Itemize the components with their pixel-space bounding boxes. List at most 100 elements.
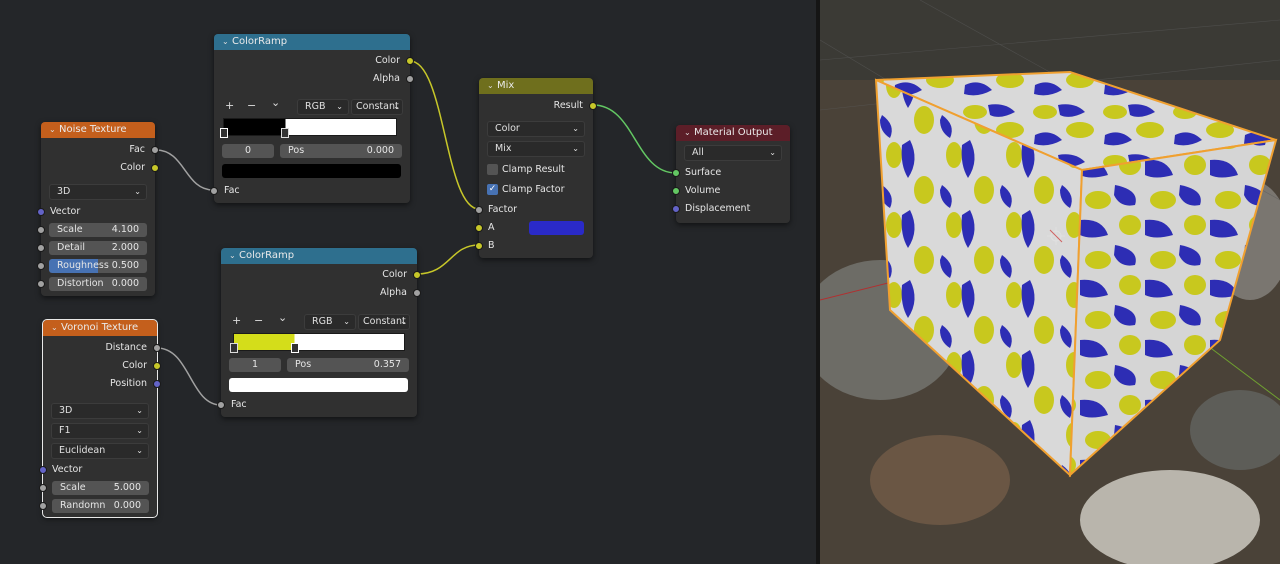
add-stop-icon[interactable]: + [225, 99, 234, 112]
input-vector-label: Vector [52, 464, 83, 475]
output-color-socket[interactable] [153, 362, 161, 370]
roughness-slider[interactable]: Roughness 0.500 [49, 259, 147, 273]
input-scale-socket[interactable] [37, 226, 45, 234]
clamp-factor-checkbox[interactable]: ✓ Clamp Factor [487, 183, 564, 196]
collapse-chevron-icon[interactable]: ⌄ [229, 248, 239, 264]
output-alpha-socket[interactable] [413, 289, 421, 297]
output-position-label: Position [110, 378, 147, 389]
material-output-node[interactable]: ⌄ Material Output All ⌄ Surface Volume Dis… [672, 125, 790, 223]
collapse-chevron-icon[interactable]: ⌄ [684, 125, 694, 141]
colorramp-header[interactable]: ⌄ ColorRamp [221, 248, 417, 264]
active-stop-index[interactable]: 0 [222, 144, 274, 158]
rock [870, 435, 1010, 525]
dimensions-dropdown[interactable]: 3D ⌄ [51, 403, 149, 419]
output-color-socket[interactable] [406, 57, 414, 65]
stop-position-field[interactable]: Pos 0.357 [287, 358, 409, 372]
colorramp-header[interactable]: ⌄ ColorRamp [214, 34, 410, 50]
target-dropdown[interactable]: All ⌄ [684, 145, 782, 161]
input-surface-socket[interactable] [672, 169, 680, 177]
chevron-down-icon: ⌄ [400, 317, 407, 326]
link-noise-fac-to-ramp1 [155, 149, 214, 191]
active-stop-index[interactable]: 1 [229, 358, 281, 372]
add-stop-icon[interactable]: + [232, 314, 241, 327]
feature-dropdown[interactable]: F1 ⌄ [51, 423, 149, 439]
input-fac-label: Fac [224, 185, 240, 196]
input-detail-socket[interactable] [37, 244, 45, 252]
voronoi-texture-node[interactable]: ⌄ Voronoi Texture Distance Color Position… [39, 319, 161, 518]
noise-texture-header[interactable]: ⌄ Noise Texture [41, 122, 155, 138]
chevron-down-icon: ⌄ [769, 148, 776, 157]
data-type-dropdown[interactable]: Color ⌄ [487, 121, 585, 137]
distance-metric-dropdown[interactable]: Euclidean ⌄ [51, 443, 149, 459]
interpolation-dropdown[interactable]: Constant ⌄ [351, 99, 403, 115]
output-distance-socket[interactable] [153, 344, 161, 352]
ramp-stop-0[interactable] [230, 343, 238, 353]
collapse-chevron-icon[interactable]: ⌄ [51, 320, 61, 336]
output-result-socket[interactable] [589, 102, 597, 110]
ramp-stop-1[interactable] [281, 128, 290, 138]
mix-node[interactable]: ⌄ Mix Result Color ⌄ Mix ⌄ Clamp Result ✓ Cl… [475, 78, 597, 258]
ramp-stop-1[interactable] [290, 343, 299, 353]
chevron-down-icon: ⌄ [572, 144, 579, 153]
output-color-socket[interactable] [413, 271, 421, 279]
remove-stop-icon[interactable]: − [254, 314, 263, 327]
colorramp-node-1[interactable]: ⌄ ColorRamp Color Alpha + − ⌄ RGB ⌄ Consta… [210, 34, 414, 203]
stop-color-swatch[interactable] [222, 164, 401, 178]
color-mode-dropdown[interactable]: RGB ⌄ [304, 314, 356, 330]
colorramp-node-2[interactable]: ⌄ ColorRamp Color Alpha + − ⌄ RGB ⌄ Consta… [217, 248, 421, 417]
distortion-field[interactable]: Distortion 0.000 [49, 277, 147, 291]
node-title: ColorRamp [232, 36, 288, 47]
dimensions-dropdown[interactable]: 3D ⌄ [49, 184, 147, 200]
output-alpha-label: Alpha [379, 287, 407, 298]
noise-texture-node[interactable]: ⌄ Noise Texture Fac Color 3D ⌄ Vector Scal… [37, 122, 159, 296]
clamp-result-checkbox[interactable]: Clamp Result [487, 163, 565, 176]
output-distance-label: Distance [105, 342, 147, 353]
color-mode-dropdown[interactable]: RGB ⌄ [297, 99, 349, 115]
collapse-chevron-icon[interactable]: ⌄ [222, 34, 232, 50]
remove-stop-icon[interactable]: − [247, 99, 256, 112]
input-vector-socket[interactable] [39, 466, 47, 474]
color-ramp-bar[interactable] [230, 333, 405, 353]
input-scale-socket[interactable] [39, 484, 47, 492]
input-factor-socket[interactable] [475, 206, 483, 214]
stop-position-field[interactable]: Pos 0.000 [280, 144, 402, 158]
blend-type-dropdown[interactable]: Mix ⌄ [487, 141, 585, 157]
input-distortion-socket[interactable] [37, 280, 45, 288]
voronoi-texture-header[interactable]: ⌄ Voronoi Texture [43, 320, 157, 336]
3d-viewport[interactable] [820, 0, 1280, 564]
collapse-chevron-icon[interactable]: ⌄ [49, 122, 59, 138]
input-vector-socket[interactable] [37, 208, 45, 216]
node-editor[interactable]: ⌄ Noise Texture Fac Color 3D ⌄ Vector Scal… [0, 0, 816, 564]
detail-field[interactable]: Detail 2.000 [49, 241, 147, 255]
output-color-label: Color [122, 360, 147, 371]
randomness-field[interactable]: Randomn 0.000 [52, 499, 149, 513]
collapse-chevron-icon[interactable]: ⌄ [487, 78, 497, 94]
input-surface-label: Surface [685, 167, 722, 178]
input-fac-socket[interactable] [217, 401, 225, 409]
input-a-socket[interactable] [475, 224, 483, 232]
input-a-color-swatch[interactable] [529, 221, 584, 235]
input-displacement-socket[interactable] [672, 205, 680, 213]
scale-field[interactable]: Scale 5.000 [52, 481, 149, 495]
ramp-stop-0[interactable] [220, 128, 228, 138]
output-color-socket[interactable] [151, 164, 159, 172]
input-randomness-socket[interactable] [39, 502, 47, 510]
color-ramp-bar[interactable] [220, 118, 397, 138]
input-b-socket[interactable] [475, 242, 483, 250]
scale-field[interactable]: Scale 4.100 [49, 223, 147, 237]
output-position-socket[interactable] [153, 380, 161, 388]
input-b-label: B [488, 240, 495, 251]
output-fac-socket[interactable] [151, 146, 159, 154]
interpolation-dropdown[interactable]: Constant ⌄ [358, 314, 410, 330]
ramp-menu-chevron-icon[interactable]: ⌄ [278, 311, 287, 324]
output-fac-label: Fac [129, 144, 145, 155]
input-fac-socket[interactable] [210, 187, 218, 195]
input-roughness-socket[interactable] [37, 262, 45, 270]
mix-header[interactable]: ⌄ Mix [479, 78, 593, 94]
ramp-menu-chevron-icon[interactable]: ⌄ [271, 96, 280, 109]
output-alpha-socket[interactable] [406, 75, 414, 83]
stop-color-swatch[interactable] [229, 378, 408, 392]
material-output-header[interactable]: ⌄ Material Output [676, 125, 790, 141]
chevron-down-icon: ⌄ [393, 102, 400, 111]
input-volume-socket[interactable] [672, 187, 680, 195]
